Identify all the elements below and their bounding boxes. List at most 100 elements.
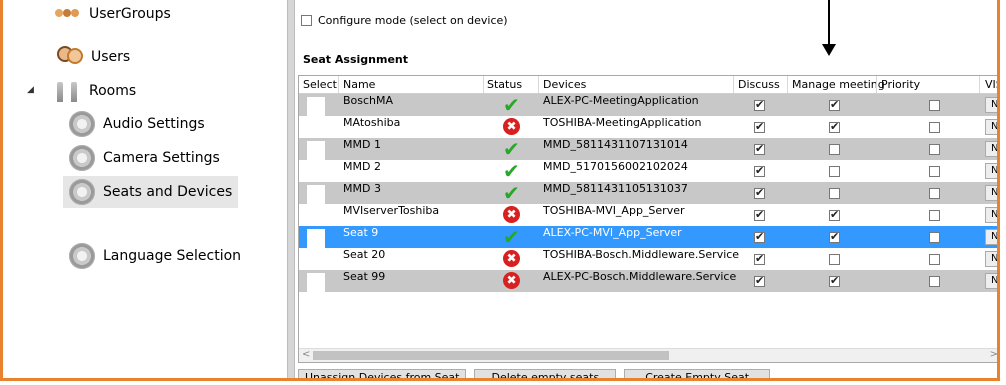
table-row[interactable]: Seat 99 ✖ ALEX-PC-Bosch.Middleware.Service… bbox=[299, 270, 997, 293]
scroll-right-icon[interactable]: > bbox=[990, 349, 997, 360]
vis-dropdown[interactable]: None bbox=[985, 163, 997, 179]
device-name: ALEX-PC-MVI_App_Server bbox=[543, 226, 682, 239]
manage-checkbox[interactable] bbox=[829, 274, 840, 287]
gear-icon bbox=[69, 243, 95, 269]
application-frame: UserGroups Users ◢ Rooms Audio Settings … bbox=[0, 0, 1000, 381]
column-header-manage-meeting[interactable]: Manage meeting bbox=[792, 78, 885, 91]
tree-item-language-selection[interactable]: Language Selection bbox=[69, 243, 241, 269]
tree-item-camera-settings[interactable]: Camera Settings bbox=[69, 145, 220, 171]
horizontal-scrollbar[interactable]: < > bbox=[299, 348, 997, 362]
discuss-checkbox[interactable] bbox=[754, 208, 765, 221]
priority-checkbox[interactable] bbox=[929, 100, 940, 111]
tree-item-users[interactable]: Users bbox=[55, 44, 130, 70]
priority-checkbox[interactable] bbox=[929, 232, 940, 243]
status-ok-icon: ✔ bbox=[503, 137, 520, 161]
column-header-name[interactable]: Name bbox=[343, 78, 375, 91]
row-select-cell[interactable] bbox=[307, 229, 325, 249]
gear-icon bbox=[69, 179, 95, 205]
row-select-cell[interactable] bbox=[307, 119, 325, 139]
discuss-checkbox[interactable] bbox=[754, 230, 765, 243]
manage-checkbox[interactable] bbox=[829, 166, 840, 177]
tree-item-rooms[interactable]: Rooms bbox=[55, 78, 136, 104]
vis-dropdown[interactable]: None bbox=[985, 207, 997, 223]
column-header-discuss[interactable]: Discuss bbox=[738, 78, 780, 91]
seat-name: MVIserverToshiba bbox=[343, 204, 440, 217]
navigation-tree: UserGroups Users ◢ Rooms Audio Settings … bbox=[3, 0, 287, 378]
vis-dropdown[interactable]: None bbox=[985, 229, 997, 245]
tree-item-label: Users bbox=[91, 49, 131, 65]
row-select-cell[interactable] bbox=[307, 97, 325, 117]
tree-item-audio-settings[interactable]: Audio Settings bbox=[69, 111, 205, 137]
table-row[interactable]: MAtoshiba ✖ TOSHIBA-MeetingApplication None bbox=[299, 116, 997, 139]
priority-checkbox[interactable] bbox=[929, 210, 940, 221]
status-error-icon: ✖ bbox=[503, 272, 521, 290]
discuss-checkbox[interactable] bbox=[754, 186, 765, 199]
configure-mode-option[interactable]: Configure mode (select on device) bbox=[301, 14, 508, 27]
column-header-select[interactable]: Select bbox=[303, 78, 337, 91]
priority-checkbox[interactable] bbox=[929, 144, 940, 155]
vis-dropdown[interactable]: None bbox=[985, 119, 997, 135]
tree-item-usergroups[interactable]: UserGroups bbox=[55, 6, 171, 22]
seats-and-devices-panel: Configure mode (select on device) Seat A… bbox=[295, 0, 997, 378]
column-header-priority[interactable]: Priority bbox=[881, 78, 920, 91]
discuss-checkbox[interactable] bbox=[754, 164, 765, 177]
discuss-checkbox[interactable] bbox=[754, 142, 765, 155]
row-select-cell[interactable] bbox=[307, 185, 325, 205]
discuss-checkbox[interactable] bbox=[754, 252, 765, 265]
manage-checkbox[interactable] bbox=[829, 230, 840, 243]
priority-checkbox[interactable] bbox=[929, 122, 940, 133]
device-name: TOSHIBA-MVI_App_Server bbox=[543, 204, 685, 217]
rooms-icon bbox=[55, 78, 81, 104]
delete-empty-seats-button[interactable]: Delete empty seats bbox=[474, 369, 617, 378]
vis-dropdown[interactable]: None bbox=[985, 97, 997, 113]
priority-checkbox[interactable] bbox=[929, 276, 940, 287]
seat-name: Seat 20 bbox=[343, 248, 386, 261]
discuss-checkbox[interactable] bbox=[754, 98, 765, 111]
table-row[interactable]: MMD 1 ✔ MMD_5811431107131014 None bbox=[299, 137, 997, 161]
row-select-cell[interactable] bbox=[307, 141, 325, 161]
tree-item-label: Language Selection bbox=[103, 248, 242, 264]
manage-checkbox[interactable] bbox=[829, 120, 840, 133]
scrollbar-thumb[interactable] bbox=[313, 351, 669, 360]
table-row[interactable]: Seat 20 ✖ TOSHIBA-Bosch.Middleware.Service… bbox=[299, 248, 997, 271]
vis-dropdown[interactable]: None bbox=[985, 141, 997, 157]
column-header-devices[interactable]: Devices bbox=[543, 78, 586, 91]
priority-checkbox[interactable] bbox=[929, 166, 940, 177]
scroll-left-icon[interactable]: < bbox=[302, 349, 310, 360]
tree-item-label: Seats and Devices bbox=[103, 184, 233, 200]
manage-checkbox[interactable] bbox=[829, 208, 840, 221]
vis-dropdown[interactable]: None bbox=[985, 273, 997, 289]
manage-checkbox[interactable] bbox=[829, 98, 840, 111]
seat-name: MAtoshiba bbox=[343, 116, 401, 129]
row-select-cell[interactable] bbox=[307, 207, 325, 227]
manage-checkbox[interactable] bbox=[829, 144, 840, 155]
gear-icon bbox=[69, 145, 95, 171]
tree-item-label: Camera Settings bbox=[103, 150, 220, 166]
table-row[interactable]: MVIserverToshiba ✖ TOSHIBA-MVI_App_Server N… bbox=[299, 204, 997, 227]
manage-checkbox[interactable] bbox=[829, 254, 840, 265]
configure-mode-checkbox[interactable] bbox=[301, 15, 312, 26]
table-row[interactable]: MMD 2 ✔ MMD_5170156002102024 None bbox=[299, 160, 997, 183]
column-header-status[interactable]: Status bbox=[487, 78, 522, 91]
column-header-vis[interactable]: VIS bbox=[985, 78, 997, 91]
table-row[interactable]: Seat 9 ✔ ALEX-PC-MVI_App_Server None bbox=[299, 226, 997, 249]
table-row[interactable]: MMD 3 ✔ MMD_5811431105131037 None bbox=[299, 182, 997, 205]
collapse-arrow-icon[interactable]: ◢ bbox=[27, 85, 34, 95]
panel-splitter[interactable] bbox=[287, 0, 295, 378]
tree-item-seats-and-devices[interactable]: Seats and Devices bbox=[63, 176, 239, 208]
grid-header: Select Name Status Devices Discuss Manag… bbox=[299, 76, 997, 94]
manage-checkbox[interactable] bbox=[829, 188, 840, 199]
row-select-cell[interactable] bbox=[307, 273, 325, 293]
priority-checkbox[interactable] bbox=[929, 254, 940, 265]
discuss-checkbox[interactable] bbox=[754, 120, 765, 133]
vis-dropdown[interactable]: None bbox=[985, 251, 997, 267]
priority-checkbox[interactable] bbox=[929, 188, 940, 199]
unassign-devices-button[interactable]: Unassign Devices from Seat bbox=[298, 369, 467, 378]
row-select-cell[interactable] bbox=[307, 251, 325, 271]
vis-dropdown[interactable]: None bbox=[985, 185, 997, 201]
device-name: MMD_5170156002102024 bbox=[543, 160, 688, 173]
discuss-checkbox[interactable] bbox=[754, 274, 765, 287]
row-select-cell[interactable] bbox=[307, 163, 325, 183]
table-row[interactable]: BoschMA ✔ ALEX-PC-MeetingApplication None bbox=[299, 94, 997, 117]
create-empty-seat-button[interactable]: Create Empty Seat bbox=[624, 369, 771, 378]
